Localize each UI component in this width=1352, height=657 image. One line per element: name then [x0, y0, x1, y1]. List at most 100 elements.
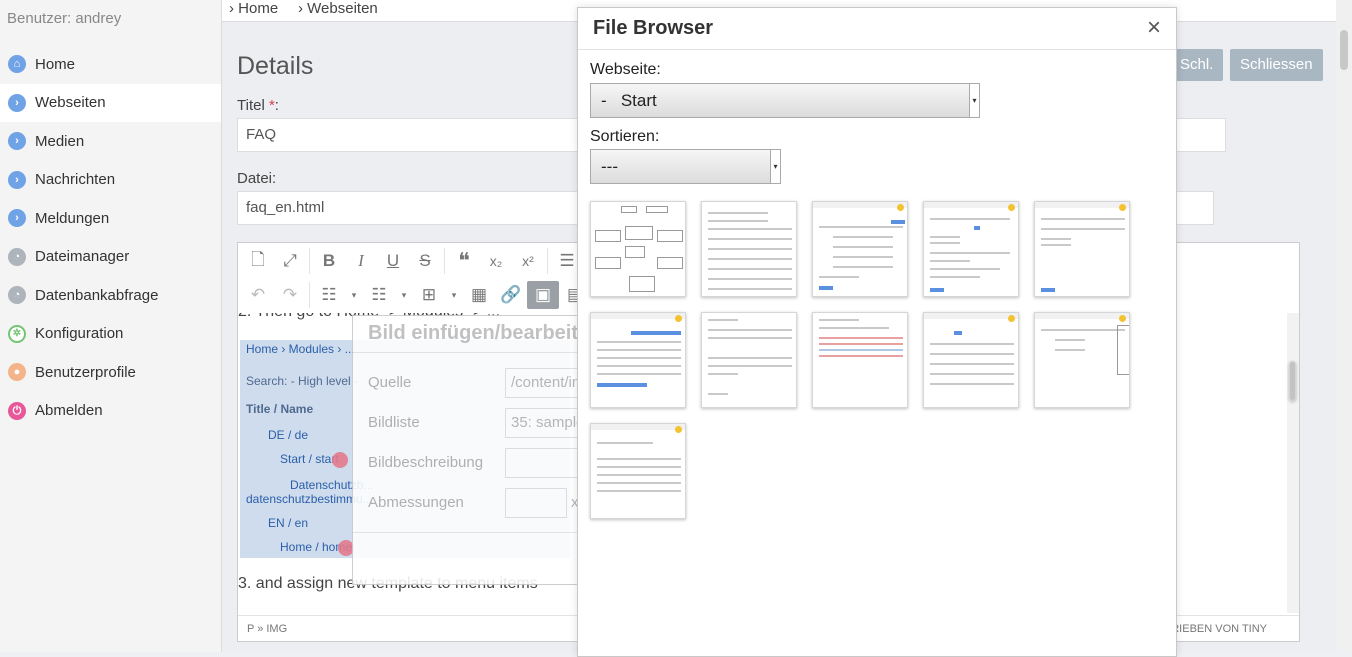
user-label: Benutzer: andrey: [7, 10, 122, 27]
strikethrough-icon[interactable]: S: [409, 247, 441, 275]
image-thumbnail[interactable]: [590, 201, 686, 297]
sidebar-item-label: Benutzerprofile: [35, 363, 136, 381]
image-thumbnail[interactable]: [1034, 201, 1130, 297]
power-icon: ⏻: [8, 401, 26, 420]
title-label: Titel *:: [237, 97, 279, 114]
sort-select-value: ---: [601, 157, 618, 176]
chevron-down-icon[interactable]: ▾: [345, 281, 363, 309]
chevron-right-icon: ›: [8, 209, 26, 228]
image-thumbnail[interactable]: [701, 201, 797, 297]
website-select[interactable]: - Start: [590, 83, 980, 118]
sidebar-item-meldungen[interactable]: › Meldungen: [0, 199, 221, 238]
sidebar-item-medien[interactable]: › Medien: [0, 122, 221, 161]
image-thumbnail[interactable]: [923, 201, 1019, 297]
sidebar-item-label: Konfiguration: [35, 325, 124, 343]
image-dialog-title: Bild einfügen/bearbeiten: [368, 322, 602, 344]
page-scrollbar[interactable]: [1336, 0, 1352, 652]
close-button[interactable]: Schliessen: [1230, 49, 1323, 81]
toolbar-divider: [547, 248, 548, 274]
sidebar-item-label: Nachrichten: [35, 171, 116, 189]
image-thumbnail[interactable]: [1034, 312, 1130, 408]
embedded-breadcrumb: Home › Modules › ...: [246, 342, 355, 356]
editor-toolbar-row-2: ↶ ↷ ☷ ▾ ☷ ▾ ⊞ ▾ ▦ 🔗 ▣ ▤: [238, 278, 591, 312]
chevron-down-icon[interactable]: ▾: [445, 281, 463, 309]
bold-icon[interactable]: B: [313, 247, 345, 275]
sidebar: Benutzer: andrey ⌂ Home › Webseiten › Me…: [0, 0, 222, 652]
editor-scrollbar[interactable]: [1287, 313, 1299, 613]
redo-icon[interactable]: ↷: [274, 281, 306, 309]
sidebar-item-datenbankabfrage[interactable]: ◔ Datenbankabfrage: [0, 276, 221, 315]
sidebar-item-label: Home: [35, 55, 76, 73]
embedded-column-header: Title / Name: [246, 402, 314, 416]
sidebar-item-benutzerprofile[interactable]: ● Benutzerprofile: [0, 353, 221, 392]
image-icon[interactable]: ▣: [527, 281, 559, 309]
close-icon[interactable]: ×: [1147, 16, 1161, 40]
fullscreen-icon[interactable]: ⤢: [274, 247, 306, 275]
chevron-down-icon[interactable]: ▾: [395, 281, 413, 309]
sidebar-item-label: Medien: [35, 132, 85, 150]
embedded-row: EN / en: [268, 516, 309, 530]
dialog-divider: [578, 49, 1176, 50]
element-path[interactable]: P » IMG: [247, 623, 287, 635]
special-char-icon[interactable]: ▦: [463, 281, 495, 309]
sidebar-item-label: Datenbankabfrage: [35, 286, 159, 304]
undo-icon[interactable]: ↶: [242, 281, 274, 309]
save-close-button[interactable]: Schl.: [1170, 49, 1224, 81]
title-label-text: Titel: [237, 97, 265, 114]
chevron-down-icon: [969, 84, 979, 117]
sidebar-nav: ⌂ Home › Webseiten › Medien › Nachrichte…: [0, 45, 221, 430]
pie-chart-icon: ◔: [8, 247, 26, 266]
sidebar-item-abmelden[interactable]: ⏻ Abmelden: [0, 392, 221, 431]
page-title: Details: [237, 52, 314, 80]
gear-icon: ✲: [8, 324, 26, 343]
sidebar-item-label: Webseiten: [35, 94, 106, 112]
numbered-list-icon[interactable]: ☷: [363, 281, 395, 309]
image-list-label: Bildliste: [368, 414, 420, 431]
chevron-right-icon: ›: [8, 132, 26, 151]
width-input[interactable]: [505, 488, 567, 518]
chevron-right-icon: ›: [8, 93, 26, 112]
embedded-row: DE / de: [268, 428, 309, 442]
underline-icon[interactable]: U: [377, 247, 409, 275]
sort-label: Sortieren:: [590, 128, 660, 145]
image-thumbnail[interactable]: [590, 312, 686, 408]
dimensions-label: Abmessungen: [368, 494, 464, 511]
sidebar-item-label: Meldungen: [35, 209, 110, 227]
pie-chart-icon: ◔: [8, 286, 26, 305]
toolbar-divider: [444, 248, 445, 274]
file-browser-dialog: File Browser × Webseite: - Start Sortier…: [577, 7, 1177, 657]
website-select-value: - Start: [601, 91, 657, 110]
image-thumbnail[interactable]: [923, 312, 1019, 408]
embedded-row: Start / start: [280, 452, 339, 466]
sidebar-item-label: Dateimanager: [35, 248, 130, 266]
sidebar-item-konfiguration[interactable]: ✲ Konfiguration: [0, 315, 221, 354]
new-document-icon[interactable]: 🗋: [242, 247, 274, 275]
home-icon: ⌂: [8, 55, 26, 74]
subscript-icon[interactable]: x₂: [480, 247, 512, 275]
title-label-colon: :: [274, 97, 279, 114]
sort-select[interactable]: ---: [590, 149, 781, 184]
chevron-down-icon: [770, 150, 780, 183]
breadcrumb-home[interactable]: › Home: [229, 0, 278, 17]
superscript-icon[interactable]: x²: [512, 247, 544, 275]
sidebar-item-webseiten[interactable]: › Webseiten: [0, 83, 221, 122]
embedded-search: Search: - High level -: [246, 374, 359, 388]
image-thumbnail[interactable]: [812, 312, 908, 408]
image-thumbnail[interactable]: [701, 312, 797, 408]
user-icon: ●: [8, 363, 26, 382]
sidebar-item-home[interactable]: ⌂ Home: [0, 45, 221, 84]
file-browser-title: File Browser: [593, 17, 714, 39]
file-label: Datei:: [237, 170, 277, 187]
bullet-list-icon[interactable]: ☷: [313, 281, 345, 309]
sidebar-item-nachrichten[interactable]: › Nachrichten: [0, 161, 221, 200]
blockquote-icon[interactable]: ❝: [448, 247, 480, 275]
image-thumbnail[interactable]: [812, 201, 908, 297]
sidebar-item-dateimanager[interactable]: ◔ Dateimanager: [0, 238, 221, 277]
highlight-marker: [332, 452, 348, 468]
table-icon[interactable]: ⊞: [413, 281, 445, 309]
breadcrumb-webseiten[interactable]: › Webseiten: [298, 0, 378, 17]
italic-icon[interactable]: I: [345, 247, 377, 275]
image-thumbnail[interactable]: [590, 423, 686, 519]
link-icon[interactable]: 🔗: [495, 281, 527, 309]
toolbar-divider: [309, 248, 310, 274]
